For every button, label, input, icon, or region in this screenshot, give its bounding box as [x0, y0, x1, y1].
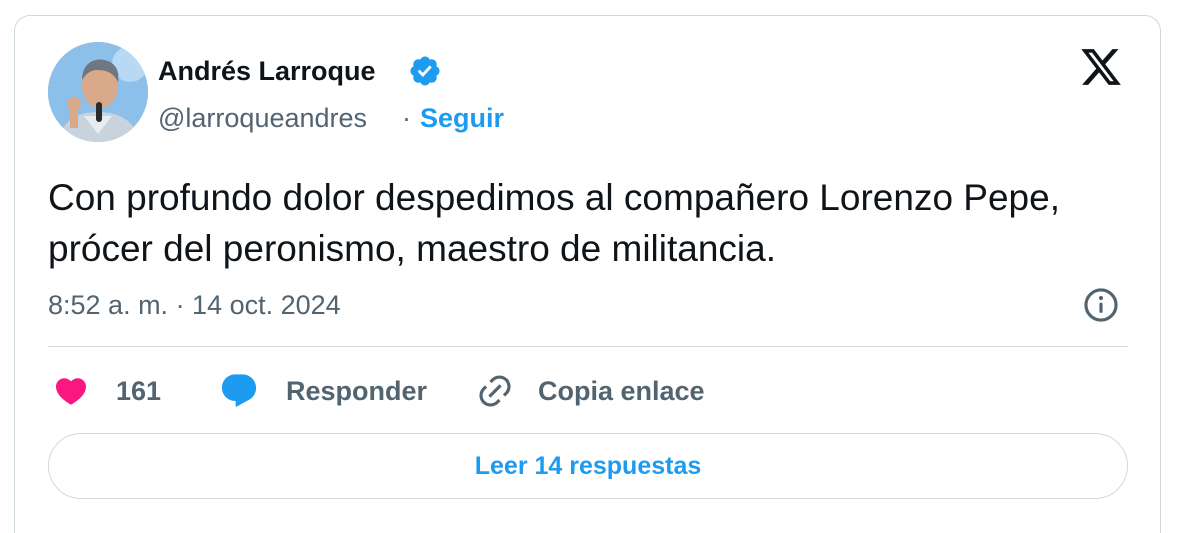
reply-label: Responder — [286, 375, 428, 406]
author-name[interactable]: Andrés Larroque — [158, 56, 376, 87]
follow-button[interactable]: Seguir — [420, 103, 504, 134]
read-replies-label: Leer 14 respuestas — [474, 451, 702, 480]
x-logo-icon[interactable] — [1078, 45, 1124, 89]
author-handle[interactable]: @larroqueandres — [158, 103, 367, 134]
copy-link-button[interactable]: Copia enlace — [476, 368, 705, 414]
separator-dot: · — [402, 103, 411, 133]
heart-icon — [55, 378, 87, 405]
copy-link-label: Copia enlace — [538, 375, 705, 406]
like-count: 161 — [116, 375, 162, 406]
like-button[interactable]: 161 — [52, 368, 161, 414]
tweet-text: Con profundo dolor despedimos al compañe… — [48, 177, 1060, 269]
read-replies-button[interactable]: Leer 14 respuestas — [48, 433, 1128, 499]
divider — [48, 346, 1128, 347]
speech-bubble-icon — [221, 374, 257, 408]
reply-button[interactable]: Responder — [218, 368, 427, 414]
link-icon — [479, 375, 511, 407]
info-icon[interactable] — [1082, 286, 1120, 324]
verified-badge-icon — [410, 56, 440, 86]
avatar-photo — [48, 42, 148, 142]
avatar[interactable] — [48, 42, 148, 142]
tweet-timestamp[interactable]: 8:52 a. m. · 14 oct. 2024 — [48, 290, 341, 321]
